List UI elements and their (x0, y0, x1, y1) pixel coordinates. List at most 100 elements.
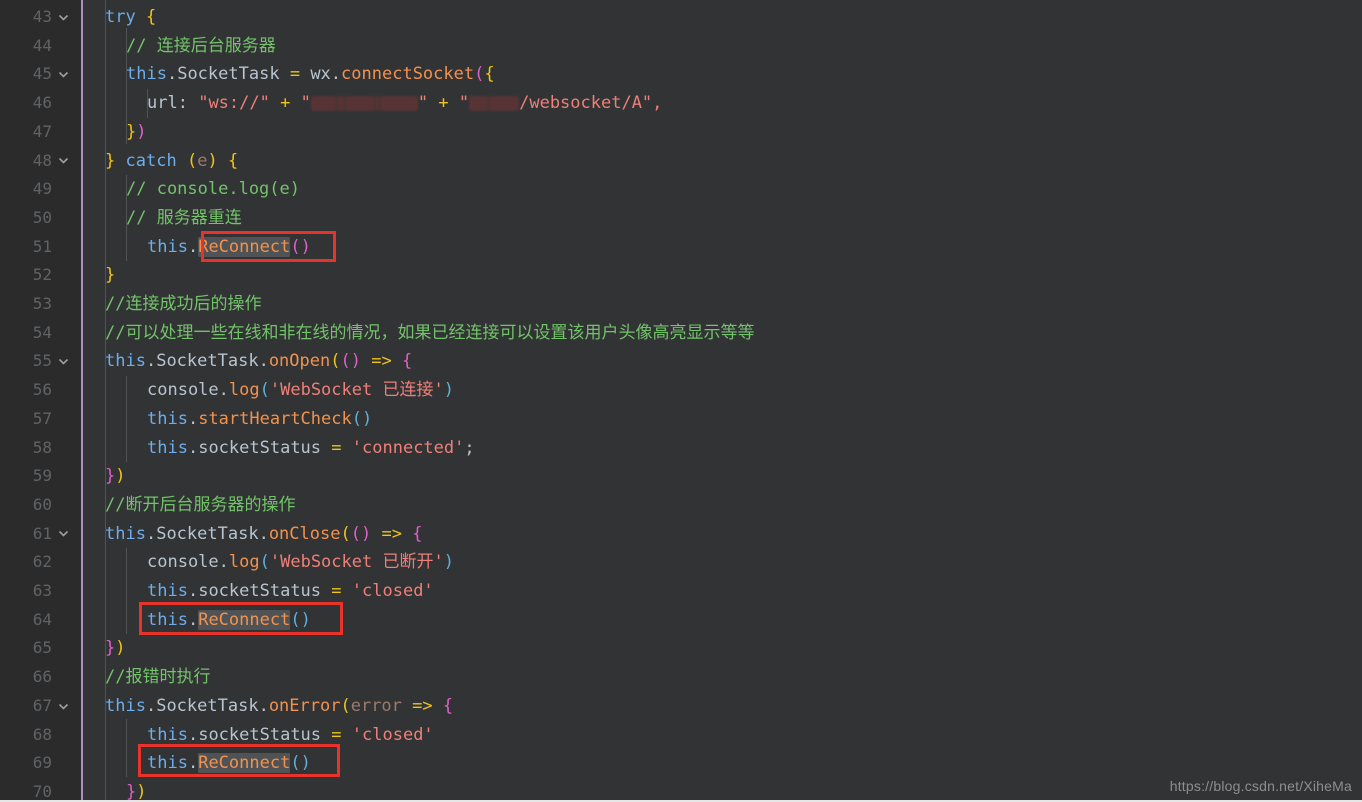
chevron-down-icon[interactable] (54, 347, 72, 376)
line-number-48: 48 (32, 150, 52, 170)
code-line-45[interactable]: this.SocketTask = wx.connectSocket({ (0, 60, 1362, 89)
gutter-line-63[interactable]: 63 (0, 577, 81, 606)
code-line-48[interactable]: } catch (e) { (0, 147, 1362, 176)
token-comment-online-handling: //可以处理一些在线和非在线的情况，如果已经连接可以设置该用户头像高亮显示等等 (105, 322, 755, 343)
gutter-line-65[interactable]: 65 (0, 634, 81, 663)
code-line-47[interactable]: }) (0, 118, 1362, 147)
code-line-69[interactable]: this.ReConnect() (0, 749, 1362, 778)
token-plus-1: + (280, 93, 291, 114)
gutter-line-44[interactable]: 44 (0, 32, 81, 61)
gutter-line-51[interactable]: 51 (0, 233, 81, 262)
gutter-line-49[interactable]: 49 (0, 175, 81, 204)
gutter-line-54[interactable]: 54 (0, 319, 81, 348)
gutter-line-69[interactable]: 69 (0, 749, 81, 778)
token-comment-server-reconnect: // 服务器重连 (126, 207, 242, 228)
line-number-52: 52 (32, 265, 52, 285)
gutter-line-48[interactable]: 48 (0, 147, 81, 176)
redacted-path-part-2 (489, 95, 520, 111)
code-line-68[interactable]: this.socketStatus = 'closed' (0, 721, 1362, 750)
token-on-open: onOpen (268, 351, 331, 372)
token-comment-on-error: //报错时执行 (105, 667, 211, 688)
token-paren-close-56: ) (443, 380, 454, 401)
token-str-ws-connected: 'WebSocket 已连接' (269, 380, 444, 401)
chevron-down-icon[interactable] (54, 60, 72, 89)
gutter-line-70[interactable]: 70 (0, 778, 81, 800)
token-str-closed-68: 'closed' (351, 724, 434, 745)
token-str-closed-63: 'closed' (351, 581, 434, 601)
chevron-down-icon[interactable] (54, 147, 72, 176)
line-number-54: 54 (32, 322, 52, 342)
token-on-close: onClose (268, 523, 341, 544)
chevron-down-icon[interactable] (54, 3, 72, 32)
token-brace-open-48: { (227, 150, 239, 171)
token-socket-task: SocketTask (177, 64, 280, 85)
code-line-57[interactable]: this.startHeartCheck() (0, 405, 1362, 434)
code-line-43[interactable]: try { (0, 3, 1362, 32)
code-line-52[interactable]: } (0, 261, 1362, 290)
token-socket-status-63: socketStatus (198, 581, 322, 601)
code-line-62[interactable]: console.log('WebSocket 已断开') (0, 548, 1362, 577)
code-line-58[interactable]: this.socketStatus = 'connected'; (0, 434, 1362, 463)
gutter-line-47[interactable]: 47 (0, 118, 81, 147)
token-paren-pair-69: () (290, 753, 311, 774)
code-line-65[interactable]: }) (0, 634, 1362, 663)
line-number-51: 51 (32, 236, 52, 256)
gutter-line-55[interactable]: 55 (0, 347, 81, 376)
gutter-line-59[interactable]: 59 (0, 462, 81, 491)
token-dot-69: . (187, 753, 199, 774)
token-dot-56: . (218, 380, 229, 401)
token-dot-51: . (187, 236, 199, 257)
code-line-70[interactable]: }) (0, 778, 1362, 800)
gutter-line-43[interactable]: 43 (0, 3, 81, 32)
gutter-line-64[interactable]: 64 (0, 606, 81, 635)
code-line-55[interactable]: this.SocketTask.onOpen(() => { (0, 347, 1362, 376)
token-dot-57: . (187, 408, 199, 429)
gutter-line-67[interactable]: 67 (0, 692, 81, 721)
gutter-line-52[interactable]: 52 (0, 261, 81, 290)
code-line-59[interactable]: }) (0, 462, 1362, 491)
code-line-46[interactable]: url: "ws://" + " " + " /websocket/A", (0, 89, 1362, 118)
token-str-ws-closed: 'WebSocket 已断开' (269, 552, 444, 573)
code-line-44[interactable]: // 连接后台服务器 (0, 32, 1362, 61)
code-line-61[interactable]: this.SocketTask.onClose(() => { (0, 520, 1362, 549)
line-number-43: 43 (32, 7, 52, 26)
code-line-67[interactable]: this.SocketTask.onError(error => { (0, 692, 1362, 721)
token-paren-pair-61: () (350, 523, 372, 544)
line-number-49: 49 (32, 179, 52, 199)
code-line-64[interactable]: this.ReConnect() (0, 606, 1362, 635)
gutter-line-57[interactable]: 57 (0, 405, 81, 434)
gutter-line-61[interactable]: 61 (0, 520, 81, 549)
chevron-down-icon[interactable] (54, 692, 72, 721)
code-line-63[interactable]: this.socketStatus = 'closed' (0, 577, 1362, 606)
code-line-54[interactable]: //可以处理一些在线和非在线的情况，如果已经连接可以设置该用户头像高亮显示等等 (0, 319, 1362, 348)
code-line-49[interactable]: // console.log(e) (0, 175, 1362, 204)
gutter-line-66[interactable]: 66 (0, 663, 81, 692)
gutter-line-68[interactable]: 68 (0, 721, 81, 750)
line-number-62: 62 (32, 552, 52, 572)
gutter-line-53[interactable]: 53 (0, 290, 81, 319)
code-content[interactable]: try { // 连接后台服务器 this.SocketTask = wx.co… (0, 0, 1362, 800)
token-quote-open-path: " (458, 93, 470, 114)
code-line-51[interactable]: this.ReConnect() (0, 233, 1362, 262)
code-line-60[interactable]: //断开后台服务器的操作 (0, 491, 1362, 520)
line-number-56: 56 (32, 380, 52, 400)
gutter-line-45[interactable]: 45 (0, 60, 81, 89)
gutter-line-58[interactable]: 58 (0, 434, 81, 463)
chevron-down-icon[interactable] (54, 520, 72, 549)
gutter-line-46[interactable]: 46 (0, 89, 81, 118)
code-line-53[interactable]: //连接成功后的操作 (0, 290, 1362, 319)
gutter-line-60[interactable]: 60 (0, 491, 81, 520)
token-paren-close-62: ) (443, 552, 454, 573)
gutter-line-62[interactable]: 62 (0, 548, 81, 577)
code-line-66[interactable]: //报错时执行 (0, 663, 1362, 692)
line-number-46: 46 (32, 93, 52, 113)
editor-gutter[interactable]: 43 44 45 46 47 48 49 50 51 52 53 54 55 5… (0, 0, 81, 800)
line-number-50: 50 (32, 207, 52, 227)
token-reconnect-51: ReConnect (198, 236, 291, 257)
token-this-61: this (105, 523, 146, 544)
code-line-50[interactable]: // 服务器重连 (0, 204, 1362, 233)
code-line-56[interactable]: console.log('WebSocket 已连接') (0, 376, 1362, 405)
gutter-line-50[interactable]: 50 (0, 204, 81, 233)
token-socket-status-68: socketStatus (198, 724, 322, 745)
gutter-line-56[interactable]: 56 (0, 376, 81, 405)
